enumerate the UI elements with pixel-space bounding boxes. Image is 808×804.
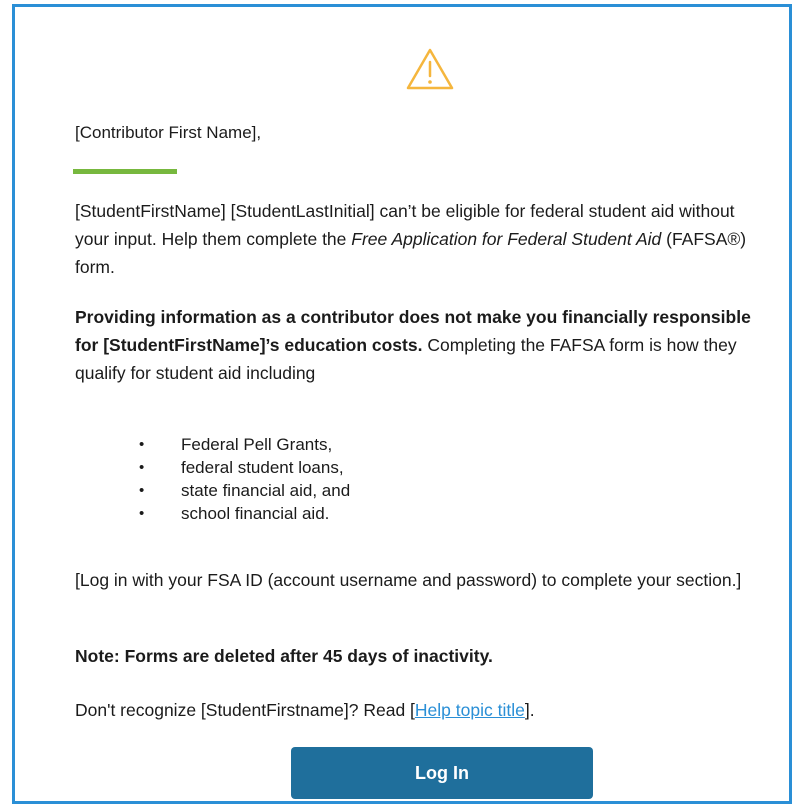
login-button[interactable]: Log In: [291, 747, 593, 799]
recognize-text: Don't recognize [StudentFirstname]? Read…: [75, 700, 415, 720]
list-item: federal student loans,: [139, 456, 350, 479]
login-instruction: [Log in with your FSA ID (account userna…: [75, 570, 742, 590]
divider: [73, 169, 177, 174]
inactivity-note: Note: Forms are deleted after 45 days of…: [75, 646, 493, 666]
help-topic-link[interactable]: Help topic title: [415, 700, 525, 720]
list-item: Federal Pell Grants,: [139, 433, 350, 456]
recognize-text-end: ].: [524, 700, 535, 720]
fafsa-full-name: Free Application for Federal Student Aid: [351, 229, 662, 249]
list-item: school financial aid.: [139, 502, 350, 525]
greeting: [Contributor First Name],: [75, 123, 262, 142]
email-frame: [Contributor First Name], [StudentFirstN…: [12, 4, 792, 804]
eligibility-paragraph: [StudentFirstName] [StudentLastInitial] …: [75, 197, 765, 281]
warning-icon: [406, 48, 454, 90]
responsibility-paragraph: Providing information as a contributor d…: [75, 303, 765, 387]
aid-list: Federal Pell Grants, federal student loa…: [139, 433, 350, 525]
list-item: state financial aid, and: [139, 479, 350, 502]
recognize-paragraph: Don't recognize [StudentFirstname]? Read…: [75, 698, 535, 722]
